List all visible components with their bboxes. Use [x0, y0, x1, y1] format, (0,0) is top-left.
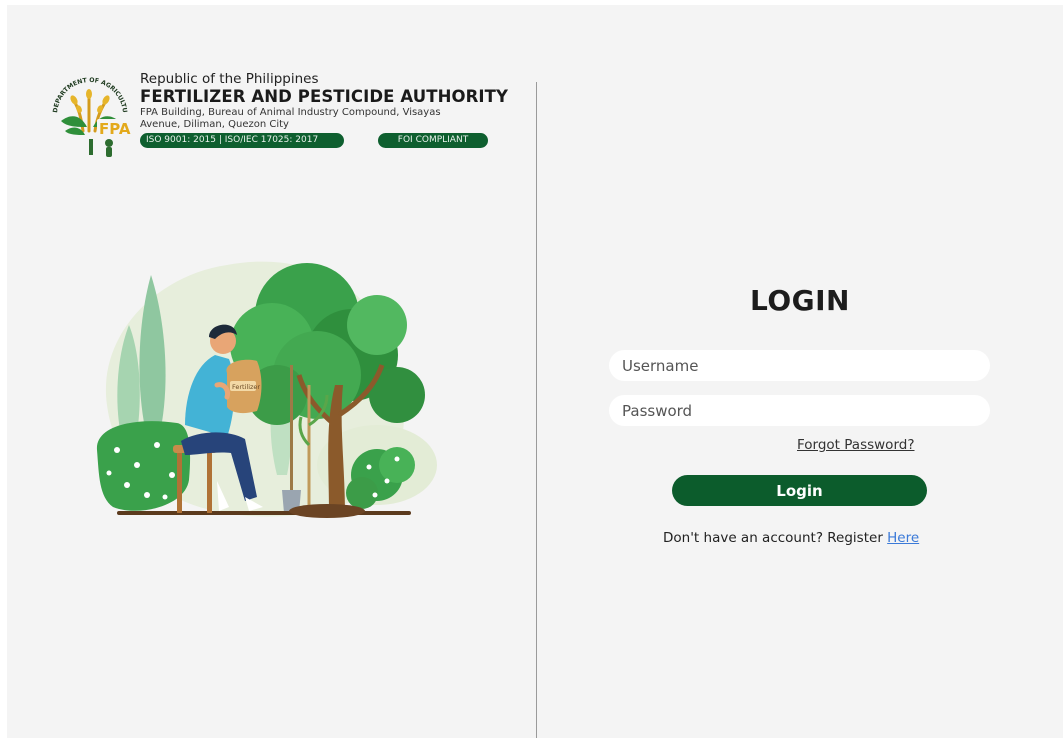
vertical-divider [536, 82, 537, 738]
seal-abbrev: FPA [99, 120, 131, 138]
gardening-illustration: Fertilizer [96, 261, 437, 518]
password-input[interactable] [609, 395, 990, 426]
agency-info: Republic of the Philippines FERTILIZER A… [140, 71, 509, 149]
agency-name: FERTILIZER AND PESTICIDE AUTHORITY [140, 87, 509, 106]
agency-seal-logo: DEPARTMENT OF AGRICULTURE [43, 69, 134, 160]
address-line-1: FPA Building, Bureau of Animal Industry … [140, 107, 441, 118]
register-line: Don't have an account? Register Here [663, 530, 919, 546]
bag-label: Fertilizer [232, 383, 260, 391]
username-input[interactable] [609, 350, 990, 381]
register-here-link[interactable]: Here [887, 530, 919, 546]
forgot-password-link[interactable]: Forgot Password? [797, 437, 915, 453]
iso-badge: ISO 9001: 2015 | ISO/IEC 17025: 2017 [140, 133, 344, 148]
foi-badge: FOI COMPLIANT [378, 133, 488, 148]
agency-header: DEPARTMENT OF AGRICULTURE [43, 69, 509, 169]
register-prompt: Don't have an account? Register [663, 530, 888, 546]
address-line-2: Avenue, Diliman, Quezon City [140, 118, 289, 130]
login-button[interactable]: Login [672, 475, 927, 506]
login-title: LOGIN [750, 284, 850, 317]
certification-badges: ISO 9001: 2015 | ISO/IEC 17025: 2017 FOI… [140, 133, 500, 149]
republic-label: Republic of the Philippines [140, 71, 319, 87]
